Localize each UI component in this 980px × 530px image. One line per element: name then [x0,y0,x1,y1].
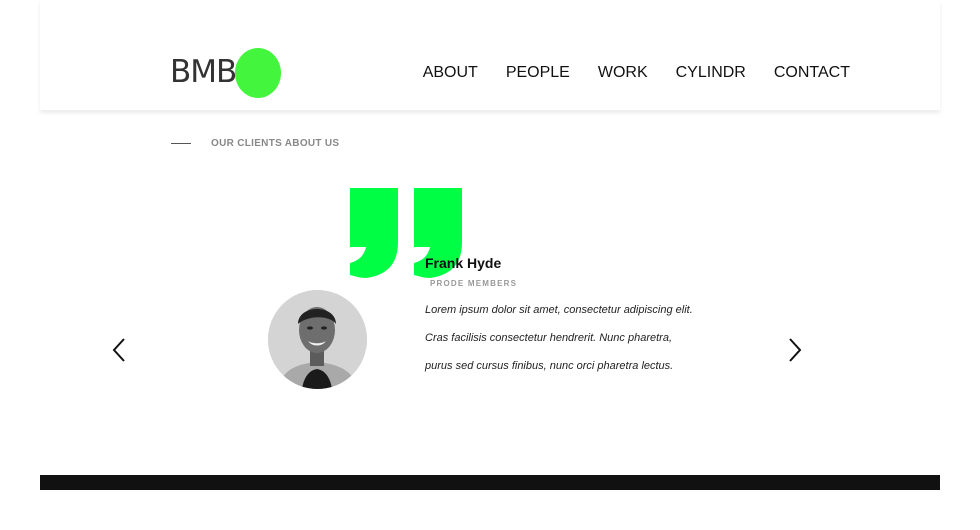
nav-about[interactable]: ABOUT [423,64,478,82]
section-title: OUR CLIENTS ABOUT US [211,138,340,149]
chevron-right-icon[interactable] [786,337,804,363]
testimonial-text-line: Lorem ipsum dolor sit amet, consectetur … [425,304,693,316]
section-divider [171,143,191,144]
section-label: OUR CLIENTS ABOUT US [171,138,339,149]
chevron-left-icon[interactable] [111,337,129,363]
nav-contact[interactable]: CONTACT [774,64,850,82]
footer-bar [40,475,940,490]
testimonial-text-line: Cras facilisis consectetur hendrerit. Nu… [425,332,672,344]
nav-cylindr[interactable]: CYLINDR [676,64,746,82]
testimonial-author: Frank Hyde [425,255,502,271]
logo-text: BMB [170,54,237,90]
testimonial-role: PRODE MEMBERS [430,279,518,288]
testimonial-text-line: purus sed cursus finibus, nunc orci phar… [425,360,674,372]
nav-people[interactable]: PEOPLE [506,64,570,82]
testimonial-page: BMB ABOUT PEOPLE WORK CYLINDR CONTACT OU… [0,0,980,530]
person-photo [268,290,367,389]
avatar [268,290,367,389]
nav-work[interactable]: WORK [598,64,648,82]
brand-logo[interactable]: BMB [170,48,290,100]
main-nav: ABOUT PEOPLE WORK CYLINDR CONTACT [423,64,850,82]
logo-circle [235,48,281,98]
site-header: BMB ABOUT PEOPLE WORK CYLINDR CONTACT [40,0,940,110]
